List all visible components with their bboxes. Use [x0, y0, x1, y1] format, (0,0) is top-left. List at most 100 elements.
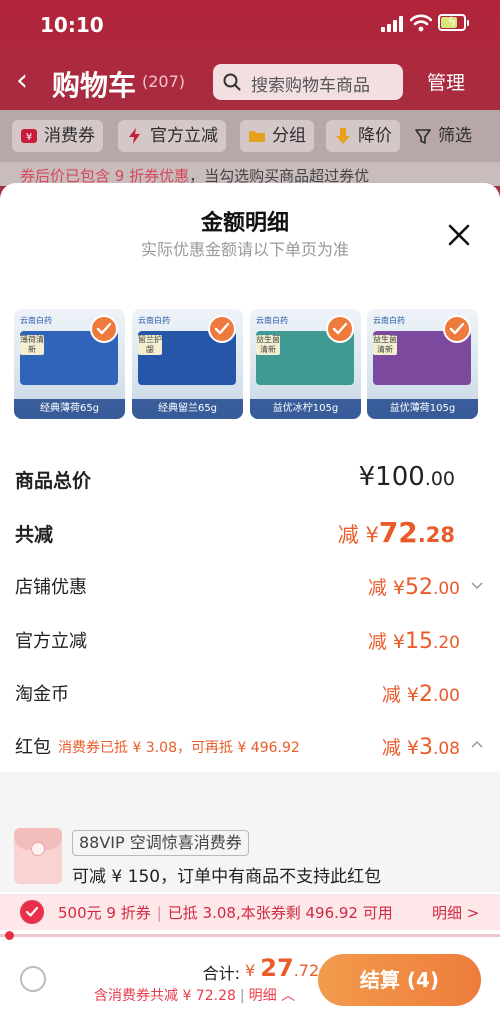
discount-dec: .00: [432, 579, 460, 599]
status-bar: 10:10 ϟ: [0, 0, 500, 50]
checkout-button[interactable]: 结算 (4): [318, 954, 481, 1006]
cut-int: 72: [378, 516, 418, 549]
amount-detail-sheet: 金额明细 实际优惠金额请以下单页为准 云南白药 薄荷清新 经典薄荷65g 云南白…: [0, 183, 500, 1017]
hongbao-label: 红包: [15, 737, 51, 758]
taojinbi-value: 减 ¥2.00: [382, 680, 460, 707]
wifi-icon: [410, 14, 432, 32]
status-time: 10:10: [40, 13, 104, 37]
sum-sub-text: 含消费券共减 ¥ 72.28: [94, 988, 236, 1004]
sum-value: ¥ 27.72: [245, 954, 319, 982]
filter-label: 官方立减: [150, 126, 218, 146]
coupon-text: 500元 9 折券 | 已抵 3.08,本张券剩 496.92 可用: [58, 904, 393, 922]
hongbao-note: 消费券已抵 ¥ 3.08，可再抵 ¥ 496.92: [58, 740, 300, 756]
product-caption: 经典薄荷65g: [14, 399, 125, 419]
folder-icon: [249, 131, 265, 142]
discount-prefix: 减 ¥: [367, 631, 405, 653]
sum-label: 合计:: [202, 964, 240, 983]
product-card[interactable]: 云南白药 益生菌清新 益优薄荷105g: [367, 309, 478, 419]
discount-dec: .00: [432, 686, 460, 706]
taojinbi-label: 淘金币: [15, 684, 69, 705]
svg-text:¥: ¥: [26, 132, 32, 143]
total-price-label: 商品总价: [15, 470, 92, 492]
official-discount-row: 官方立减 减 ¥15.20: [15, 627, 475, 663]
product-tag: 益生菌清新: [256, 335, 280, 355]
total-price-row: 商品总价 ¥100.00: [15, 462, 475, 502]
filter-screen[interactable]: 筛选: [414, 120, 472, 152]
close-icon[interactable]: [445, 221, 473, 249]
total-price-value: ¥100.00: [359, 462, 455, 492]
product-card[interactable]: 云南白药 留兰护龈 经典留兰65g: [132, 309, 243, 419]
filter-label: 降价: [358, 126, 392, 146]
total-int: ¥100: [358, 462, 425, 492]
sum-prefix: ¥: [245, 961, 256, 980]
discount-prefix: 减 ¥: [381, 684, 419, 706]
chevron-up-small-icon: ︿: [281, 988, 296, 1004]
search-placeholder: 搜索购物车商品: [251, 76, 370, 96]
product-card[interactable]: 云南白药 薄荷清新 经典薄荷65g: [14, 309, 125, 419]
filter-official-discount[interactable]: 官方立减: [118, 120, 226, 152]
sheet-subtitle: 实际优惠金额请以下单页为准: [140, 240, 349, 259]
total-cut-row: 共减 减 ¥72.28: [15, 516, 475, 556]
taojinbi-row: 淘金币 减 ¥2.00: [15, 680, 475, 716]
product-tag: 益生菌清新: [373, 335, 397, 355]
down-arrow-icon: [336, 128, 350, 144]
back-icon[interactable]: ‹: [16, 64, 28, 98]
filter-label: 消费券: [44, 126, 95, 146]
chevron-up-icon: [471, 740, 483, 748]
store-discount-label: 店铺优惠: [15, 577, 87, 598]
discount-int: 2: [418, 682, 433, 707]
discount-prefix: 减 ¥: [367, 577, 405, 599]
sum-dec: .72: [293, 961, 320, 980]
search-input[interactable]: 搜索购物车商品: [213, 64, 403, 100]
coupon-check-icon[interactable]: [20, 900, 44, 924]
select-all-radio[interactable]: [20, 966, 46, 992]
product-tag: 薄荷清新: [20, 335, 44, 355]
total-cut-label: 共减: [15, 524, 54, 546]
discount-int: 15: [404, 629, 433, 654]
discount-dec: .20: [432, 633, 460, 653]
store-discount-row[interactable]: 店铺优惠 减 ¥52.00: [15, 573, 483, 609]
filter-label: 分组: [272, 126, 306, 146]
brand-label: 云南白药: [373, 316, 405, 325]
cart-nav: ‹ 购物车 (207) 搜索购物车商品 管理: [0, 58, 500, 108]
vip-coupon-tag: 88VIP 空调惊喜消费券: [72, 830, 249, 856]
store-discount-value: 减 ¥52.00: [368, 573, 460, 600]
sheet-title: 金额明细: [200, 211, 289, 236]
sum-subtext[interactable]: 含消费券共减 ¥ 72.28 | 明细 ︿: [94, 985, 295, 1005]
coupon-bar[interactable]: 500元 9 折券 | 已抵 3.08,本张券剩 496.92 可用 明细 >: [0, 894, 500, 930]
product-tag: 留兰护龈: [138, 335, 162, 355]
coupon-detail-link[interactable]: 明细 >: [432, 902, 479, 923]
selected-check-icon: [208, 315, 236, 343]
chevron-down-icon: [471, 582, 483, 590]
cart-count: (207): [142, 72, 186, 91]
total-dec: .00: [424, 468, 455, 490]
filter-row: ¥ 消费券 官方立减 分组 降价 筛选: [0, 110, 500, 162]
filter-coupon[interactable]: ¥ 消费券: [12, 120, 103, 152]
product-caption: 益优冰柠105g: [250, 399, 361, 419]
official-discount-label: 官方立减: [15, 631, 87, 652]
search-icon: [223, 73, 241, 91]
hongbao-row[interactable]: 红包 消费券已抵 ¥ 3.08，可再抵 ¥ 496.92 减 ¥3.08: [15, 733, 483, 769]
cut-dec: .28: [417, 523, 455, 547]
red-envelope-icon: [14, 828, 62, 884]
signal-icon: [381, 16, 405, 32]
hongbao-value: 减 ¥3.08: [382, 733, 460, 760]
vip-coupon-desc: 可减 ¥ 150，订单中有商品不支持此红包: [72, 867, 382, 887]
filter-group[interactable]: 分组: [240, 120, 314, 152]
product-thumbnails: 云南白药 薄荷清新 经典薄荷65g 云南白药 留兰护龈 经典留兰65g 云南白药…: [14, 309, 480, 419]
manage-button[interactable]: 管理: [427, 68, 465, 95]
product-card[interactable]: 云南白药 益生菌清新 益优冰柠105g: [250, 309, 361, 419]
sum-detail-link: 明细: [248, 988, 277, 1004]
filter-price-drop[interactable]: 降价: [326, 120, 400, 152]
official-discount-value: 减 ¥15.20: [368, 627, 460, 654]
product-caption: 经典留兰65g: [132, 399, 243, 419]
discount-int: 3: [418, 735, 433, 760]
brand-label: 云南白药: [256, 316, 288, 325]
coupon-icon: ¥: [21, 129, 37, 143]
coupon-progress: [0, 930, 500, 942]
coupon-usage: 已抵 3.08,本张券剩 496.92 可用: [167, 904, 393, 922]
sum-int: 27: [260, 954, 294, 982]
product-caption: 益优薄荷105g: [367, 399, 478, 419]
brand-label: 云南白药: [138, 316, 170, 325]
page-title: 购物车: [52, 69, 137, 102]
